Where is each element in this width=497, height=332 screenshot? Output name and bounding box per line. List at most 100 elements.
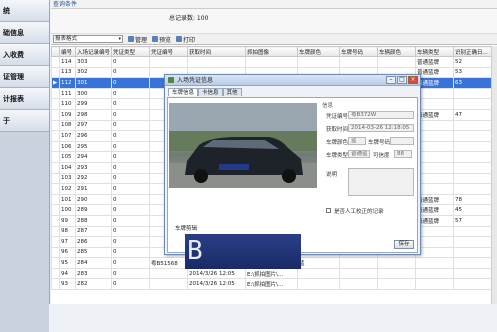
row-marker[interactable] <box>52 258 60 269</box>
time-field[interactable]: 2014-03-26 12:18:05 <box>348 124 414 132</box>
plate-crop-label: 车牌剪辑 <box>175 224 197 232</box>
voucher-no-label: 凭证编号 <box>326 112 348 120</box>
print-button[interactable]: 打印 <box>176 35 195 44</box>
row-marker[interactable] <box>52 67 60 78</box>
table-cell <box>416 184 454 195</box>
column-header[interactable]: 车辆颜色 <box>378 47 416 57</box>
row-marker[interactable] <box>52 268 60 279</box>
table-cell: 0 <box>112 109 150 120</box>
table-cell: 97 <box>60 237 76 248</box>
row-marker[interactable] <box>52 226 60 237</box>
table-cell <box>246 57 298 68</box>
table-cell <box>416 258 454 269</box>
manual-check-checkbox[interactable] <box>326 208 331 213</box>
maximize-button[interactable]: □ <box>397 76 407 84</box>
column-header[interactable]: 编号 <box>60 47 76 57</box>
plate-crop-image: B B372W <box>185 234 301 269</box>
save-button[interactable]: 保存 <box>394 240 414 249</box>
note-field[interactable] <box>348 168 414 196</box>
dialog-title: 入场凭证信息 <box>177 77 213 84</box>
table-cell: 301 <box>76 78 112 89</box>
column-header[interactable]: 抓拍图像 <box>246 47 298 57</box>
minimize-button[interactable]: – <box>386 76 396 84</box>
sidebar-item-basic-info[interactable]: 础信息 <box>0 22 49 44</box>
column-header[interactable]: 车辆类型 <box>416 47 454 57</box>
row-marker[interactable] <box>52 152 60 163</box>
row-marker[interactable] <box>52 194 60 205</box>
table-cell: 296 <box>76 131 112 142</box>
query-conditions-label[interactable]: 查询条件 <box>53 1 77 8</box>
column-header[interactable]: 车牌颜色 <box>298 47 340 57</box>
app-icon <box>168 77 174 83</box>
table-cell <box>298 57 340 68</box>
sidebar-item-entry-fee[interactable]: 入收费 <box>0 44 49 66</box>
table-cell: 2014/3/26 12:05 <box>188 268 246 279</box>
sidebar-item-system[interactable]: 统 <box>0 0 49 22</box>
table-cell: 0 <box>112 226 150 237</box>
tab-other[interactable]: 其他 <box>223 88 242 96</box>
table-cell: 283 <box>76 268 112 279</box>
row-marker[interactable] <box>52 162 60 173</box>
preview-label: 预览 <box>159 35 171 44</box>
table-cell: 104 <box>60 162 76 173</box>
sidebar-item-voucher-mgmt[interactable]: 证管理 <box>0 66 49 88</box>
table-row[interactable]: 1143030普通蓝牌52 <box>52 57 497 68</box>
capture-photo <box>169 103 317 188</box>
row-marker[interactable] <box>52 99 60 110</box>
table-cell <box>416 152 454 163</box>
table-cell <box>378 57 416 68</box>
table-cell: 300 <box>76 88 112 99</box>
row-marker[interactable] <box>52 184 60 195</box>
row-marker[interactable] <box>52 279 60 290</box>
row-marker[interactable] <box>52 120 60 131</box>
column-header[interactable]: 凭证编号 <box>150 47 188 57</box>
sidebar-item-reports[interactable]: 计报表 <box>0 88 49 110</box>
table-cell: 0 <box>112 205 150 216</box>
row-marker[interactable] <box>52 173 60 184</box>
plate-color-field[interactable]: 蓝 <box>348 137 366 145</box>
printer-icon <box>176 36 182 42</box>
table-cell: 蓝 <box>298 258 340 269</box>
row-marker-header <box>52 47 60 57</box>
table-cell <box>416 99 454 110</box>
plate-no-field[interactable] <box>390 137 414 145</box>
plate-no-label: 车牌号码 <box>368 138 390 146</box>
table-row[interactable]: 9328202014/3/26 12:05E:\抓拍图片\... <box>52 279 497 290</box>
row-marker[interactable] <box>52 131 60 142</box>
row-marker[interactable] <box>52 88 60 99</box>
table-row[interactable]: 9428302014/3/26 12:05E:\抓拍图片\... <box>52 268 497 279</box>
tab-card-info[interactable]: 卡信息 <box>198 88 223 96</box>
row-marker[interactable] <box>52 215 60 226</box>
row-marker[interactable] <box>52 141 60 152</box>
table-cell: 114 <box>60 57 76 68</box>
manage-button[interactable]: 管理 <box>128 35 147 44</box>
row-marker[interactable] <box>52 237 60 248</box>
row-marker[interactable] <box>52 247 60 258</box>
voucher-no-field[interactable]: 粤B372W <box>348 111 414 119</box>
column-header[interactable]: 获取时间 <box>188 47 246 57</box>
table-cell: 96 <box>60 247 76 258</box>
column-header[interactable]: 车牌号码 <box>340 47 378 57</box>
dialog-titlebar[interactable]: 入场凭证信息 – □ × <box>165 75 420 86</box>
vertical-scrollbar[interactable] <box>491 46 497 304</box>
tab-plate-info[interactable]: 车牌信息 <box>168 88 198 96</box>
table-cell: 288 <box>76 215 112 226</box>
report-format-select[interactable]: 报表格式 ▾ <box>53 35 123 43</box>
sidebar-item-about[interactable]: 于 <box>0 110 49 132</box>
row-marker[interactable] <box>52 205 60 216</box>
table-cell: 109 <box>60 109 76 120</box>
preview-button[interactable]: 预览 <box>152 35 171 44</box>
table-cell: 101 <box>60 194 76 205</box>
table-cell <box>416 120 454 131</box>
table-cell: 102 <box>60 184 76 195</box>
row-marker[interactable] <box>52 57 60 68</box>
column-header[interactable]: 凭证类型 <box>112 47 150 57</box>
confidence-field[interactable]: 88 <box>394 150 412 158</box>
info-panel: 信息 凭证编号 粤B372W 获取时间 2014-03-26 12:18:05 … <box>318 98 417 252</box>
table-cell <box>378 268 416 279</box>
column-header[interactable]: 入场记录编号 <box>76 47 112 57</box>
row-marker[interactable]: ▶ <box>52 78 60 89</box>
row-marker[interactable] <box>52 109 60 120</box>
vehicle-type-field[interactable]: 普通蓝 <box>348 150 370 158</box>
close-button[interactable]: × <box>408 76 418 84</box>
